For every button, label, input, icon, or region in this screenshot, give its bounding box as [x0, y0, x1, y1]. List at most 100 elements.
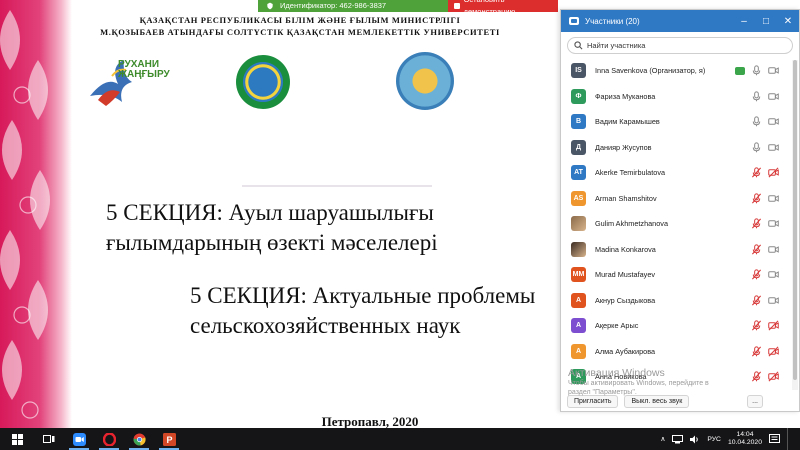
participant-row[interactable]: А Алма Аубакирова — [561, 339, 791, 365]
show-desktop-button[interactable] — [787, 428, 790, 450]
video-icon[interactable] — [768, 269, 779, 280]
participant-row[interactable]: Madina Konkarova — [561, 237, 791, 263]
participant-row[interactable]: IS Inna Savenkova (Организатор, я) — [561, 58, 791, 84]
mic-muted-icon[interactable] — [751, 295, 762, 306]
mic-icon[interactable] — [751, 116, 762, 127]
close-icon[interactable]: ✕ — [777, 16, 799, 27]
participant-status-icons — [751, 91, 779, 102]
video-icon[interactable] — [768, 91, 779, 102]
meeting-id-badge[interactable]: Идентификатор: 462-986-3837 — [258, 0, 448, 12]
mic-muted-icon[interactable] — [751, 320, 762, 331]
participant-avatar: AT — [571, 165, 586, 181]
taskbar-chrome-app[interactable] — [124, 428, 154, 450]
video-icon[interactable] — [768, 218, 779, 229]
participant-status-icons — [751, 269, 779, 280]
screen-share-bar: Идентификатор: 462-986-3837 Остановить д… — [258, 0, 558, 16]
participant-name: Gulim Akhmetzhanova — [595, 219, 669, 229]
clock-date: 10.04.2020 — [727, 439, 762, 446]
participant-name: Алма Аубакирова — [595, 346, 656, 356]
participant-avatar: А — [571, 292, 586, 308]
mic-muted-icon[interactable] — [751, 218, 762, 229]
maximize-icon[interactable]: □ — [755, 16, 777, 27]
video-icon[interactable] — [768, 65, 779, 76]
participants-scrollbar[interactable] — [792, 60, 798, 390]
mic-muted-icon[interactable] — [751, 346, 762, 357]
svg-text:P: P — [166, 435, 172, 445]
mic-muted-icon[interactable] — [751, 167, 762, 178]
participant-row[interactable]: Ф Фариза Муканова — [561, 84, 791, 110]
slide-header: ҚАЗАҚСТАН РЕСПУБЛИКАСЫ БІЛІМ ЖӘНЕ ҒЫЛЫМ … — [70, 14, 530, 38]
participant-row[interactable]: AT Akerke Temirbulatova — [561, 160, 791, 186]
task-view-button[interactable] — [34, 428, 64, 450]
taskbar-zoom-app[interactable] — [64, 428, 94, 450]
powerpoint-icon: P — [162, 432, 176, 446]
video-off-icon[interactable] — [768, 320, 779, 331]
participant-row[interactable]: AS Arman Shamshitov — [561, 186, 791, 212]
input-language[interactable]: РУС — [707, 436, 721, 443]
participant-name: Arman Shamshitov — [595, 193, 657, 203]
video-icon[interactable] — [768, 116, 779, 127]
participant-status-icons — [751, 193, 779, 204]
video-off-icon[interactable] — [768, 167, 779, 178]
participant-avatar: А — [571, 343, 586, 359]
participants-titlebar: Участники (20) – □ ✕ — [561, 10, 799, 32]
watermark-title: Активация Windows — [568, 367, 665, 379]
video-icon[interactable] — [768, 244, 779, 255]
section-ru-line1: 5 СЕКЦИЯ: Актуальные проблемы — [190, 283, 536, 308]
scrollbar-thumb[interactable] — [793, 60, 797, 380]
participant-row[interactable]: MM Murad Mustafayev — [561, 262, 791, 288]
mic-muted-icon[interactable] — [751, 193, 762, 204]
stop-share-button[interactable]: Остановить демонстрацию — [448, 0, 558, 16]
start-button[interactable] — [0, 428, 34, 450]
participant-name: Ақерке Арыс — [595, 321, 639, 331]
participant-status-icons — [751, 116, 779, 127]
taskbar-powerpoint-app[interactable]: P — [154, 428, 184, 450]
participant-row[interactable]: А Ақерке Арыс — [561, 313, 791, 339]
notifications-icon[interactable] — [769, 434, 780, 444]
task-view-icon — [43, 435, 55, 443]
network-icon[interactable] — [672, 434, 684, 444]
participant-status-icons — [751, 167, 779, 178]
video-off-icon[interactable] — [768, 346, 779, 357]
taskbar-opera-app[interactable] — [94, 428, 124, 450]
video-icon[interactable] — [768, 295, 779, 306]
participant-row[interactable]: А Акнур Сыздыкова — [561, 288, 791, 314]
zhangyru-label: ЖАҢҒЫРУ — [118, 69, 170, 80]
rukhani-zhangyru-logo: РУХАНИ ЖАҢҒЫРУ — [88, 56, 170, 108]
presentation-slide: ҚАЗАҚСТАН РЕСПУБЛИКАСЫ БІЛІМ ЖӘНЕ ҒЫЛЫМ … — [0, 0, 560, 428]
windows-activation-watermark: Активация Windows Чтобы активировать Win… — [568, 367, 800, 397]
participant-row[interactable]: В Вадим Карамышев — [561, 109, 791, 135]
meeting-id-text: Идентификатор: 462-986-3837 — [280, 1, 387, 10]
volume-icon[interactable] — [690, 435, 700, 444]
participant-avatar: Д — [571, 139, 586, 155]
mic-muted-icon[interactable] — [751, 244, 762, 255]
participant-avatar: А — [571, 318, 586, 334]
minimize-icon[interactable]: – — [733, 16, 755, 27]
slide-divider — [242, 185, 432, 187]
participant-status-icons — [751, 244, 779, 255]
search-input[interactable] — [587, 41, 767, 50]
university-seal-logo — [396, 52, 454, 110]
participant-status-icons — [751, 142, 779, 153]
clock-time: 14:04 — [736, 431, 754, 438]
watermark-line2: Чтобы активировать Windows, перейдите в — [568, 380, 709, 387]
watermark-line3: раздел "Параметры". — [568, 389, 637, 396]
system-clock[interactable]: 14:04 10.04.2020 — [728, 431, 762, 447]
section-ru-line2: сельскохозяйственных наук — [190, 313, 461, 338]
video-icon[interactable] — [768, 193, 779, 204]
participant-avatar: MM — [571, 267, 586, 283]
participant-row[interactable]: Д Данияр Жусупов — [561, 135, 791, 161]
mic-icon[interactable] — [751, 142, 762, 153]
participant-avatar: Ф — [571, 88, 586, 104]
decorative-pattern — [0, 0, 72, 428]
video-icon[interactable] — [768, 142, 779, 153]
participant-search[interactable] — [567, 37, 793, 54]
chrome-icon — [133, 433, 146, 445]
system-tray: ∧ РУС 14:04 10.04.2020 — [660, 428, 800, 450]
mic-muted-icon[interactable] — [751, 269, 762, 280]
mic-icon[interactable] — [751, 91, 762, 102]
participant-row[interactable]: Gulim Akhmetzhanova — [561, 211, 791, 237]
screen-share-indicator-icon — [735, 66, 745, 75]
mic-icon[interactable] — [751, 65, 762, 76]
tray-expand-icon[interactable]: ∧ — [660, 435, 665, 443]
